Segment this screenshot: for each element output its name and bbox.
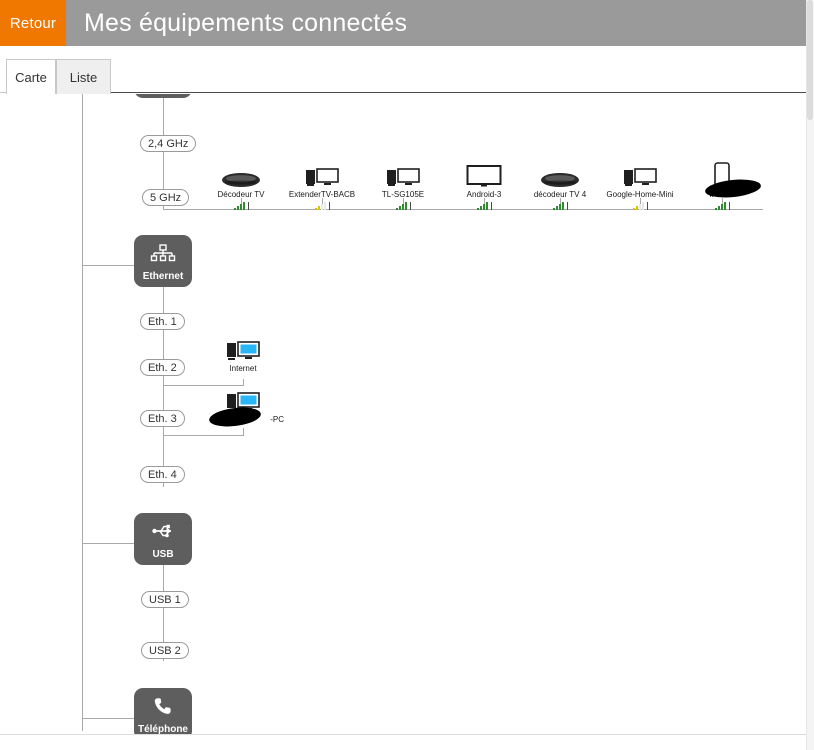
wifi-device-name-0: Décodeur TV: [217, 190, 265, 199]
signal-strength-4: [519, 201, 601, 210]
signal-strength-2: [362, 201, 444, 210]
set-top-box-icon: [519, 164, 601, 188]
group-label-telephone: Téléphone: [137, 724, 188, 734]
wifi-device-2[interactable]: TL-SG105E: [362, 164, 444, 210]
desktop-pc-icon: [599, 164, 681, 188]
wifi-device-0[interactable]: Décodeur TV: [200, 164, 282, 210]
band-pill-24ghz[interactable]: 2,4 GHz: [140, 135, 197, 152]
port-pill-usb1[interactable]: USB 1: [141, 591, 189, 608]
signal-strength-5: [599, 201, 681, 210]
signal-strength-6: [681, 201, 763, 210]
group-box-telephone[interactable]: Téléphone: [134, 688, 192, 734]
back-button[interactable]: Retour: [0, 0, 66, 46]
eth3-link-v: [243, 428, 244, 436]
band-pill-5ghz[interactable]: 5 GHz: [142, 189, 190, 206]
tab-liste[interactable]: Liste: [56, 59, 111, 94]
signal-strength-1: [281, 201, 363, 210]
port-pill-eth3[interactable]: Eth. 3: [140, 410, 185, 427]
branch-usb: [82, 543, 134, 544]
tab-carte[interactable]: Carte: [6, 59, 56, 94]
wifi-device-5[interactable]: Google-Home-Mini: [599, 164, 681, 210]
port-pill-eth1[interactable]: Eth. 1: [140, 313, 185, 330]
wifi-device-name-3: Android-3: [466, 190, 502, 199]
eth2-link-h: [163, 385, 243, 386]
tv-screen-icon: [443, 164, 525, 188]
wifi-device-name-5: Google-Home-Mini: [606, 190, 674, 199]
group-box-usb[interactable]: USB: [134, 513, 192, 565]
wifi-device-1[interactable]: ExtenderTV-BACB: [281, 164, 363, 210]
page-bottom-edge: [0, 734, 806, 750]
eth3-link-h: [163, 435, 243, 436]
desktop-pc-icon: [362, 164, 444, 188]
port-pill-usb2[interactable]: USB 2: [141, 642, 189, 659]
desktop-pc-icon: [281, 164, 363, 188]
branch-telephone: [82, 718, 134, 719]
phone-handset-icon: [152, 688, 174, 724]
group-box-ethernet[interactable]: Ethernet: [134, 235, 192, 287]
port-pill-eth2[interactable]: Eth. 2: [140, 359, 185, 376]
page-title: Mes équipements connectés: [84, 8, 408, 37]
trunk-line: [82, 94, 83, 731]
ethernet-device-name-internet: Internet: [229, 364, 257, 373]
wifi-device-name-1: ExtenderTV-BACB: [288, 190, 356, 199]
group-label-ethernet: Ethernet: [142, 271, 184, 282]
branch-ethernet: [82, 265, 134, 266]
device-map-page: Retour Mes équipements connectés Carte L…: [0, 0, 814, 750]
wifi-device-4[interactable]: décodeur TV 4: [519, 164, 601, 210]
network-map-canvas: 2,4 GHz 5 GHz Décodeur TV ExtenderTV-BAC…: [0, 94, 806, 734]
eth2-link-v: [243, 379, 244, 386]
page-header: Retour Mes équipements connectés: [0, 0, 806, 46]
port-pill-eth4[interactable]: Eth. 4: [140, 466, 185, 483]
usb-icon: [151, 513, 175, 549]
tab-underline: [111, 92, 806, 93]
signal-strength-3: [443, 201, 525, 210]
tab-bar: Carte Liste: [0, 46, 806, 94]
group-label-usb: USB: [152, 549, 174, 560]
ethernet-device-internet[interactable]: Internet: [202, 338, 284, 374]
signal-strength-0: [200, 201, 282, 210]
pc-monitor-blue-icon: [202, 338, 284, 362]
wifi-device-3[interactable]: Android-3: [443, 164, 525, 210]
vertical-scrollbar-thumb[interactable]: [807, 0, 813, 120]
vertical-scrollbar-track[interactable]: [806, 0, 814, 750]
wifi-device-name-2: TL-SG105E: [381, 190, 425, 199]
wifi-device-name-4: décodeur TV 4: [533, 190, 587, 199]
set-top-box-icon: [200, 164, 282, 188]
ethernet-icon: [150, 235, 176, 271]
